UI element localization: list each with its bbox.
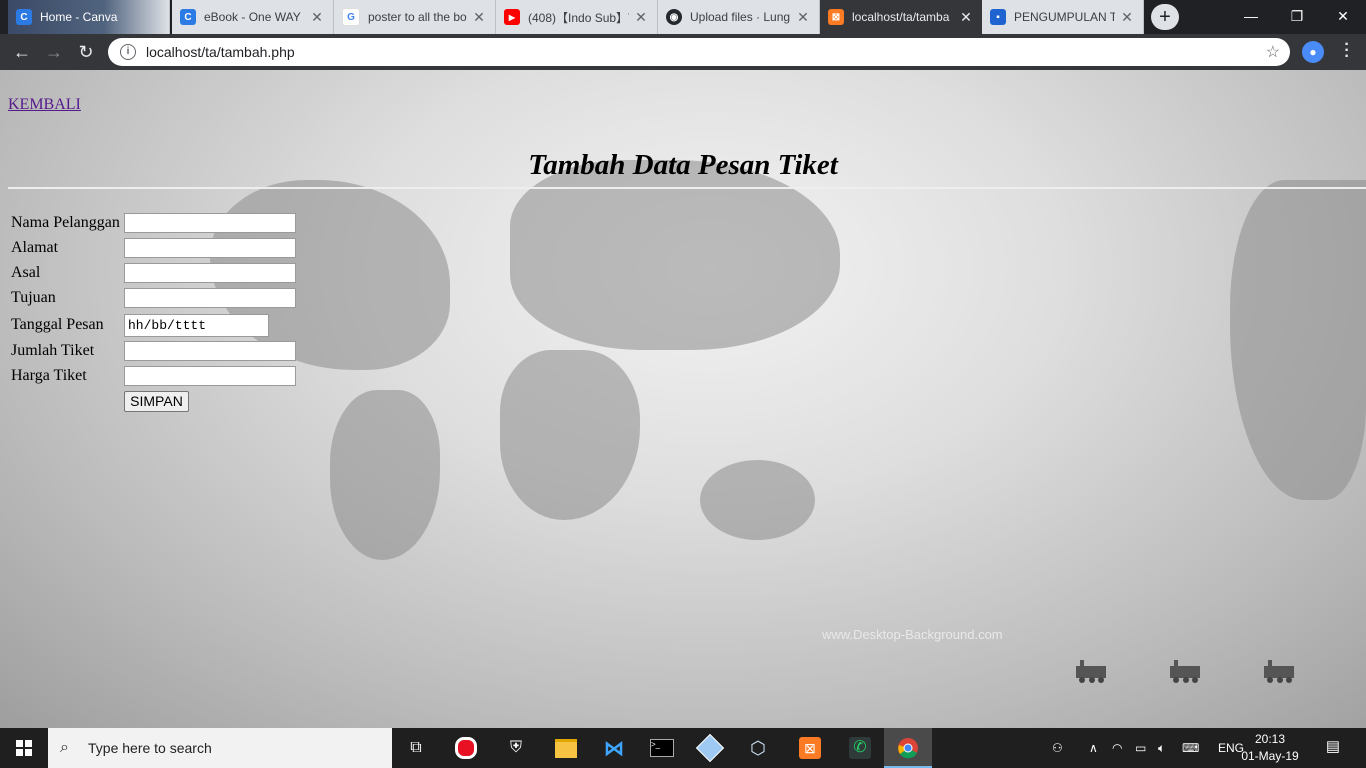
battery-icon[interactable]: ▭ xyxy=(1135,728,1146,768)
whatsapp-icon[interactable]: ✆ xyxy=(836,728,884,768)
chrome-logo-icon xyxy=(898,738,918,759)
chrome-icon[interactable] xyxy=(884,728,932,768)
jumlah-tiket-input[interactable] xyxy=(124,341,296,361)
taskbar: ⌕ Type here to search ⧉ ⛨ ⋈ >_ ⬡ ⊠ ✆ ⚇ ∧… xyxy=(0,728,1366,768)
harga-tiket-input[interactable] xyxy=(124,366,296,386)
taskbar-clock[interactable]: 20:13 01-May-19 xyxy=(1238,731,1302,765)
record-icon[interactable] xyxy=(442,728,490,768)
close-icon[interactable]: ✕ xyxy=(1119,9,1135,26)
search-icon: ⌕ xyxy=(60,739,69,756)
tab-google-search[interactable]: G poster to all the bo ✕ xyxy=(334,0,496,34)
tab-youtube[interactable]: ▶ (408)【Indo Sub】T ✕ xyxy=(496,0,658,34)
divider xyxy=(8,187,1366,189)
tab-github[interactable]: ◉ Upload files · Lung ✕ xyxy=(658,0,820,34)
tujuan-input[interactable] xyxy=(124,288,296,308)
minimize-button[interactable]: — xyxy=(1228,0,1274,32)
tab-localhost[interactable]: ⊠ localhost/ta/tamba ✕ xyxy=(820,0,982,34)
classroom-icon: ▪ xyxy=(990,9,1006,25)
tanggal-pesan-label: Tanggal Pesan xyxy=(11,316,104,333)
url-text[interactable]: localhost/ta/tambah.php xyxy=(146,44,1266,60)
tab-title: PENGUMPULAN T xyxy=(1014,10,1115,24)
asal-input[interactable] xyxy=(124,263,296,283)
browser-toolbar: ← → ↻ i localhost/ta/tambah.php ☆ ● · · · xyxy=(0,34,1366,70)
notifications-icon[interactable]: ▤ xyxy=(1320,737,1346,759)
train-icon xyxy=(1076,660,1106,683)
chevron-up-icon[interactable]: ∧ xyxy=(1089,728,1098,768)
xampp-icon[interactable]: ⊠ xyxy=(786,728,834,768)
close-icon[interactable]: ✕ xyxy=(958,9,974,26)
bookmark-star-icon[interactable]: ☆ xyxy=(1266,42,1280,62)
tab-title: (408)【Indo Sub】T xyxy=(528,10,629,25)
new-tab-button[interactable]: + xyxy=(1151,4,1179,30)
train-icon xyxy=(1264,660,1294,683)
people-icon[interactable]: ⚇ xyxy=(1052,728,1063,768)
wifi-icon[interactable]: ◠ xyxy=(1112,728,1122,768)
nama-pelanggan-label: Nama Pelanggan xyxy=(11,214,120,231)
restore-button[interactable]: ❐ xyxy=(1274,0,1320,32)
tab-title: Upload files · Lung xyxy=(690,10,791,24)
taskbar-search[interactable]: ⌕ Type here to search xyxy=(48,728,392,768)
tab-title: Home - Canva xyxy=(40,10,118,24)
tab-title: poster to all the bo xyxy=(368,10,467,24)
terminal-icon[interactable]: >_ xyxy=(638,728,686,768)
canva-icon: C xyxy=(180,9,196,25)
close-icon[interactable]: ✕ xyxy=(309,9,325,26)
tab-ebook[interactable]: C eBook - One WAY ✕ xyxy=(172,0,334,34)
info-icon[interactable]: i xyxy=(120,44,136,60)
virtualbox-manager-icon[interactable]: ⬡ xyxy=(734,728,782,768)
keyboard-icon[interactable]: ⌨ xyxy=(1182,728,1199,768)
back-link[interactable]: KEMBALI xyxy=(8,96,81,114)
canva-icon: C xyxy=(16,9,32,25)
close-icon[interactable]: ✕ xyxy=(633,9,649,26)
alamat-label: Alamat xyxy=(11,239,59,256)
profile-avatar[interactable]: ● xyxy=(1302,41,1324,63)
tab-title: localhost/ta/tamba xyxy=(852,10,950,24)
close-icon[interactable]: ✕ xyxy=(471,9,487,26)
tanggal-pesan-date-input[interactable]: hh/bb/tttt xyxy=(124,314,269,337)
windows-logo-icon xyxy=(16,740,32,756)
page-title: Tambah Data Pesan Tiket xyxy=(528,149,838,181)
nama-pelanggan-input[interactable] xyxy=(124,213,296,233)
search-placeholder: Type here to search xyxy=(88,740,212,756)
back-arrow-icon[interactable]: ← xyxy=(10,40,34,64)
train-icon xyxy=(1170,660,1200,683)
tab-pengumpulan[interactable]: ▪ PENGUMPULAN T ✕ xyxy=(982,0,1144,34)
reload-icon[interactable]: ↻ xyxy=(74,40,98,64)
background-watermark: www.Desktop-Background.com xyxy=(822,627,1003,642)
clock-date: 01-May-19 xyxy=(1241,749,1299,763)
youtube-icon: ▶ xyxy=(504,9,520,25)
asal-label: Asal xyxy=(11,264,41,281)
vscode-icon[interactable]: ⋈ xyxy=(590,728,638,768)
clock-time: 20:13 xyxy=(1254,732,1286,746)
windows-start-button[interactable] xyxy=(0,728,48,768)
github-icon: ◉ xyxy=(666,9,682,25)
tab-title: eBook - One WAY xyxy=(204,10,301,24)
tab-home-canva[interactable]: C Home - Canva xyxy=(8,0,170,34)
tujuan-label: Tujuan xyxy=(11,289,56,306)
alamat-input[interactable] xyxy=(124,238,296,258)
google-icon: G xyxy=(342,8,360,26)
simpan-button[interactable]: SIMPAN xyxy=(124,391,189,412)
harga-tiket-label: Harga Tiket xyxy=(11,367,87,384)
xampp-icon: ⊠ xyxy=(828,9,844,25)
security-shield-icon[interactable]: ⛨ xyxy=(492,728,540,768)
close-window-button[interactable]: ✕ xyxy=(1320,0,1366,32)
menu-kebab-icon[interactable]: · · · xyxy=(1337,37,1357,65)
file-explorer-icon[interactable] xyxy=(542,728,590,768)
address-bar[interactable]: i localhost/ta/tambah.php ☆ xyxy=(108,38,1290,66)
virtualbox-icon[interactable] xyxy=(686,728,734,768)
page-viewport: www.Desktop-Background.com KEMBALI Tamba… xyxy=(0,70,1366,728)
volume-icon[interactable]: 🔈︎ xyxy=(1158,728,1165,768)
task-view-icon[interactable]: ⧉ xyxy=(392,728,440,768)
forward-arrow-icon[interactable]: → xyxy=(42,40,66,64)
close-icon[interactable]: ✕ xyxy=(795,9,811,26)
tab-strip: C Home - Canva C eBook - One WAY ✕ G pos… xyxy=(0,0,1366,34)
jumlah-tiket-label: Jumlah Tiket xyxy=(11,342,95,359)
